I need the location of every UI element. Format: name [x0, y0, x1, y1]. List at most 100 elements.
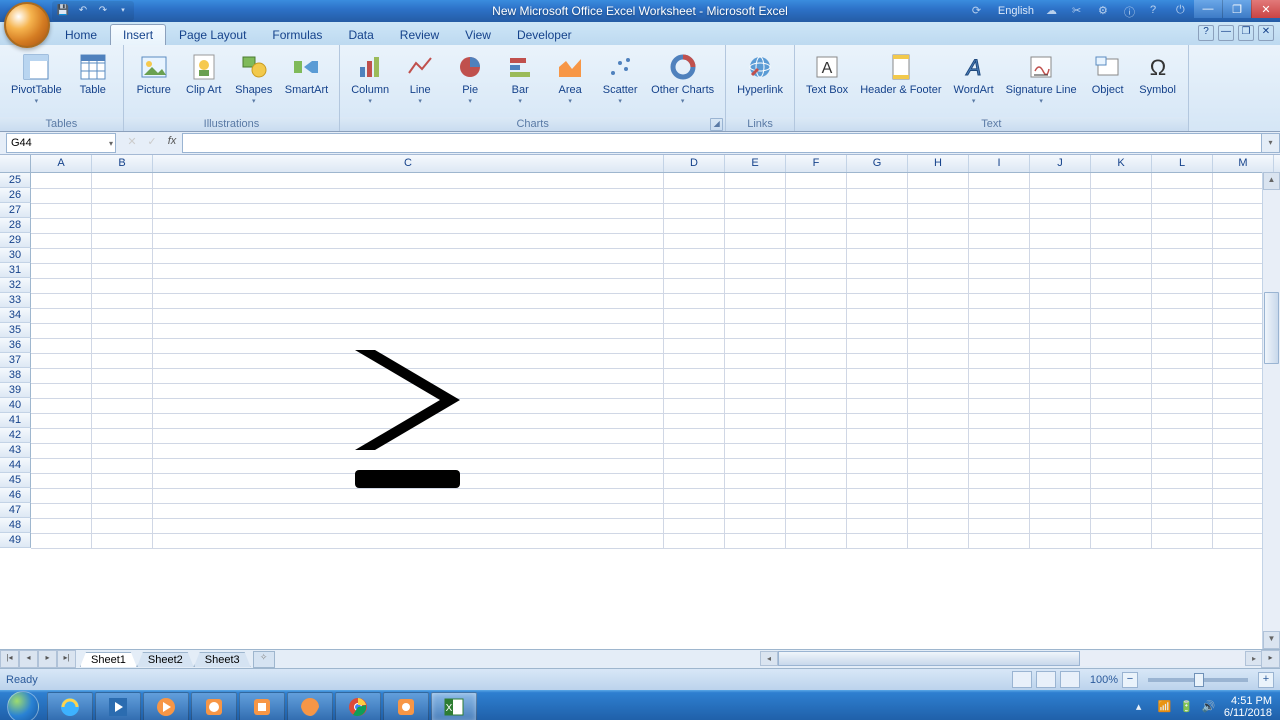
cell[interactable]: [908, 293, 969, 309]
cell[interactable]: [31, 323, 92, 339]
cell[interactable]: [786, 173, 847, 189]
pivottable-button[interactable]: PivotTable▾: [6, 48, 67, 108]
cell[interactable]: [908, 248, 969, 264]
cell[interactable]: [153, 428, 664, 444]
taskbar-media-button[interactable]: [95, 692, 141, 720]
cell[interactable]: [1152, 368, 1213, 384]
cell[interactable]: [664, 308, 725, 324]
cell[interactable]: [1152, 323, 1213, 339]
row-header[interactable]: 35: [0, 323, 31, 338]
cell[interactable]: [1152, 398, 1213, 414]
cell[interactable]: [31, 263, 92, 279]
cell[interactable]: [908, 263, 969, 279]
row-header[interactable]: 38: [0, 368, 31, 383]
cell[interactable]: [1030, 398, 1091, 414]
cell[interactable]: [153, 413, 664, 429]
cell[interactable]: [1091, 233, 1152, 249]
cell[interactable]: [786, 188, 847, 204]
cell[interactable]: [31, 518, 92, 534]
cell[interactable]: [153, 353, 664, 369]
new-sheet-button[interactable]: ✧: [253, 651, 275, 668]
cell[interactable]: [31, 278, 92, 294]
cell[interactable]: [92, 518, 153, 534]
cell[interactable]: [1152, 533, 1213, 549]
cell[interactable]: [1030, 518, 1091, 534]
hyperlink-button[interactable]: Hyperlink: [732, 48, 788, 99]
wordart-button[interactable]: AWordArt▾: [949, 48, 999, 108]
cell[interactable]: [908, 203, 969, 219]
row-header[interactable]: 28: [0, 218, 31, 233]
cell[interactable]: [664, 443, 725, 459]
tab-last-icon[interactable]: ▸|: [57, 650, 76, 668]
cell[interactable]: [786, 533, 847, 549]
cell[interactable]: [908, 398, 969, 414]
cell[interactable]: [31, 368, 92, 384]
cell[interactable]: [664, 293, 725, 309]
cell[interactable]: [969, 488, 1030, 504]
cell[interactable]: [1030, 233, 1091, 249]
cell[interactable]: [31, 383, 92, 399]
cell[interactable]: [847, 533, 908, 549]
cell[interactable]: [1091, 353, 1152, 369]
cell[interactable]: [969, 368, 1030, 384]
cell[interactable]: [969, 353, 1030, 369]
cell[interactable]: [847, 353, 908, 369]
cell[interactable]: [908, 353, 969, 369]
cell[interactable]: [153, 203, 664, 219]
cell[interactable]: [847, 428, 908, 444]
office-button[interactable]: [4, 2, 50, 48]
row-header[interactable]: 33: [0, 293, 31, 308]
cell[interactable]: [153, 488, 664, 504]
redo-icon[interactable]: ↷: [96, 4, 110, 18]
cell[interactable]: [908, 488, 969, 504]
cell[interactable]: [92, 263, 153, 279]
power-icon[interactable]: ⏻: [1176, 4, 1190, 18]
tray-volume-icon[interactable]: 🔊: [1202, 700, 1216, 714]
cell[interactable]: [1091, 398, 1152, 414]
cell[interactable]: [664, 233, 725, 249]
scroll-up-icon[interactable]: ▲: [1263, 172, 1280, 190]
signature-line-button[interactable]: Signature Line▾: [1001, 48, 1082, 108]
cell[interactable]: [786, 458, 847, 474]
cell[interactable]: [31, 173, 92, 189]
tab-insert[interactable]: Insert: [110, 24, 166, 45]
cell[interactable]: [1091, 218, 1152, 234]
cell[interactable]: [1030, 308, 1091, 324]
cell[interactable]: [31, 233, 92, 249]
cell[interactable]: [153, 458, 664, 474]
taskbar-excel-button[interactable]: X: [431, 692, 477, 720]
cell[interactable]: [847, 488, 908, 504]
textbox-button[interactable]: AText Box: [801, 48, 853, 99]
sheet-tab-sheet1[interactable]: Sheet1: [80, 652, 137, 667]
cell[interactable]: [847, 518, 908, 534]
cell[interactable]: [969, 443, 1030, 459]
cell[interactable]: [786, 413, 847, 429]
cell[interactable]: [153, 218, 664, 234]
gear-icon[interactable]: ⚙: [1098, 4, 1112, 18]
cell[interactable]: [1030, 293, 1091, 309]
cell[interactable]: [1152, 308, 1213, 324]
cell[interactable]: [969, 293, 1030, 309]
cell[interactable]: [92, 443, 153, 459]
cell[interactable]: [92, 368, 153, 384]
cell[interactable]: [1091, 263, 1152, 279]
cell[interactable]: [664, 428, 725, 444]
h-scroll-thumb[interactable]: [778, 651, 1080, 666]
cell[interactable]: [31, 473, 92, 489]
line-chart-button[interactable]: Line▾: [396, 48, 444, 108]
cell[interactable]: [786, 263, 847, 279]
col-header-E[interactable]: E: [725, 155, 786, 172]
charts-dialog-launcher-icon[interactable]: ◢: [710, 118, 723, 131]
cell[interactable]: [786, 428, 847, 444]
cell[interactable]: [969, 503, 1030, 519]
cell[interactable]: [1091, 518, 1152, 534]
cell[interactable]: [92, 203, 153, 219]
cell[interactable]: [786, 278, 847, 294]
taskbar-app3-button[interactable]: [383, 692, 429, 720]
zoom-in-button[interactable]: +: [1258, 672, 1274, 688]
v-scroll-thumb[interactable]: [1264, 292, 1279, 364]
cell[interactable]: [1152, 293, 1213, 309]
cancel-formula-icon[interactable]: ✕: [124, 135, 140, 151]
cell[interactable]: [847, 443, 908, 459]
row-header[interactable]: 26: [0, 188, 31, 203]
